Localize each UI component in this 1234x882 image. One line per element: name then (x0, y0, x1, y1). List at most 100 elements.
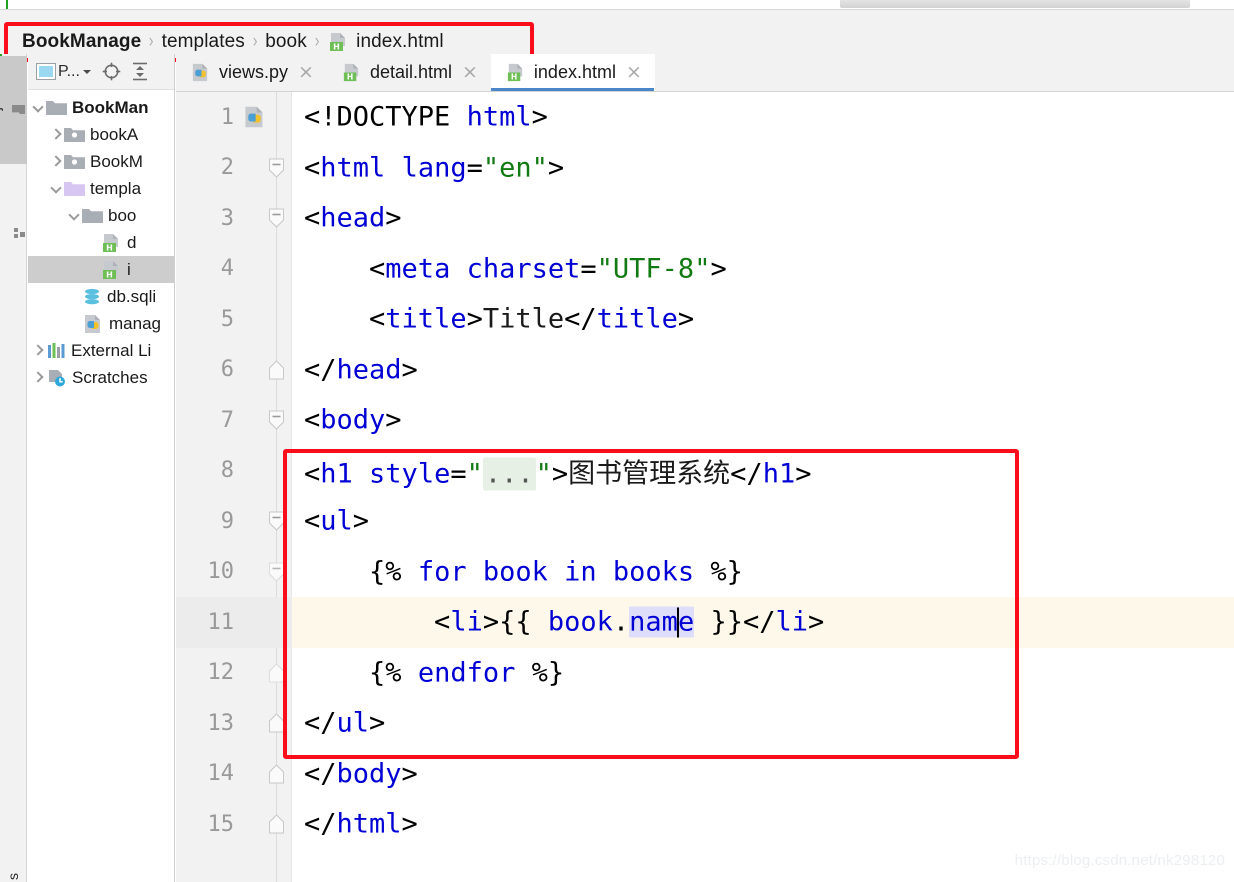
breadcrumb-item-templates[interactable]: templates (162, 31, 245, 53)
code-line[interactable]: 1 <!DOCTYPE html> (176, 92, 1234, 143)
code-text: </html> (304, 808, 418, 840)
twisty-down-icon[interactable] (64, 208, 82, 223)
tool-tab-bottom-label[interactable]: s (5, 873, 21, 880)
tool-tab-structure-label: Structure (0, 202, 4, 262)
tab-label: views.py (219, 62, 289, 82)
tree-label: bookA (90, 124, 139, 144)
editor-tab-bar: views.py × H detail.html × H index.html … (176, 54, 1234, 92)
fold-end-icon[interactable] (268, 662, 285, 683)
code-lines: 1 <!DOCTYPE html> 2 <html lang="en"> 3 <… (176, 92, 1234, 882)
svg-text:H: H (106, 243, 113, 252)
twisty-down-icon[interactable] (46, 181, 64, 196)
tree-row-index-html[interactable]: H i (28, 256, 174, 283)
code-text: <li>{{ book.name }}</li> (434, 606, 825, 638)
tree-row-db-sqlite[interactable]: db.sqli (28, 283, 174, 310)
code-line[interactable]: 8 <h1 style="...">图书管理系统</h1> (176, 446, 1234, 497)
code-text: <body> (304, 404, 402, 436)
module-folder-icon (64, 126, 85, 143)
html-file-icon: H (100, 232, 122, 254)
code-text: <!DOCTYPE html> (304, 101, 548, 133)
breadcrumb-bar: BookManage › templates › book › H index.… (0, 10, 1234, 62)
tree-row-detail-html[interactable]: H d (28, 229, 174, 256)
folded-attribute-region[interactable]: ... (482, 457, 536, 491)
breadcrumb-item-book[interactable]: book (265, 31, 307, 53)
fold-collapse-icon[interactable] (268, 561, 285, 582)
tree-label: templa (90, 178, 142, 198)
collapse-all-icon[interactable] (131, 62, 149, 81)
code-line[interactable]: 7 <body> (176, 395, 1234, 446)
tree-row-external-libraries[interactable]: External Li (28, 337, 174, 364)
tree-row-scratches[interactable]: Scratches (28, 364, 174, 391)
code-line-current[interactable]: 11 <li>{{ book.name }}</li> (176, 597, 1234, 648)
folder-icon (82, 207, 103, 224)
tree-row-bookapp[interactable]: bookA (28, 121, 174, 148)
line-number: 13 (207, 710, 235, 736)
fold-collapse-icon[interactable] (268, 157, 285, 178)
tab-index-html[interactable]: H index.html × (490, 54, 655, 91)
code-text: </head> (304, 354, 418, 386)
python-file-icon (82, 313, 104, 335)
close-icon[interactable]: × (462, 63, 478, 82)
fold-collapse-icon[interactable] (268, 208, 285, 229)
tool-tab-structure[interactable]: Structure (0, 172, 27, 292)
svg-text:H: H (106, 270, 113, 279)
line-number: 6 (220, 357, 234, 383)
ide-window: BookManage › templates › book › H index.… (0, 0, 1234, 882)
tree-row-templates[interactable]: templa (28, 175, 174, 202)
code-line[interactable]: 6 </head> (176, 345, 1234, 396)
fold-collapse-icon[interactable] (268, 410, 285, 431)
fold-collapse-icon[interactable] (268, 511, 285, 532)
fold-end-icon[interactable] (268, 713, 285, 734)
left-tool-window-bar: Project Structure s (0, 54, 27, 882)
tree-label: boo (108, 205, 137, 225)
fold-end-icon[interactable] (268, 763, 285, 784)
breadcrumb-item-file[interactable]: index.html (356, 31, 444, 53)
twisty-right-icon[interactable] (46, 127, 64, 142)
html-file-icon: H (341, 62, 362, 83)
twisty-right-icon[interactable] (28, 370, 46, 385)
close-icon[interactable]: × (626, 63, 642, 82)
project-tree[interactable]: BookMan bookA BookM templa boo H d H i d… (28, 91, 174, 882)
code-line[interactable]: 10 {% for book in books %} (176, 547, 1234, 598)
breadcrumb-separator-icon: › (314, 31, 320, 52)
twisty-right-icon[interactable] (28, 343, 46, 358)
code-line[interactable]: 4 <meta charset="UTF-8"> (176, 244, 1234, 295)
twisty-down-icon[interactable] (28, 100, 46, 115)
tree-label: i (127, 259, 131, 279)
breadcrumb-separator-icon: › (149, 31, 154, 52)
code-text: {% for book in books %} (369, 556, 743, 588)
libraries-icon (46, 342, 66, 360)
project-view-selector[interactable]: P... (36, 63, 92, 81)
close-icon[interactable]: × (298, 63, 314, 82)
tree-label: d (127, 232, 137, 252)
twisty-right-icon[interactable] (46, 154, 64, 169)
code-line[interactable]: 9 <ul> (176, 496, 1234, 547)
code-line[interactable]: 15 </html> (176, 799, 1234, 850)
tab-detail-html[interactable]: H detail.html × (327, 54, 491, 91)
code-line[interactable]: 13 </ul> (176, 698, 1234, 749)
tab-label: detail.html (369, 62, 452, 82)
tab-label: index.html (533, 62, 616, 82)
locate-target-icon[interactable] (102, 62, 121, 81)
fold-end-icon[interactable] (268, 359, 285, 380)
breadcrumb-item-project[interactable]: BookManage (22, 31, 141, 53)
code-line[interactable]: 3 <head> (176, 193, 1234, 244)
code-line[interactable]: 14 </body> (176, 749, 1234, 800)
fold-end-icon[interactable] (268, 814, 285, 835)
svg-text:H: H (347, 73, 353, 82)
python-file-icon (242, 105, 267, 130)
tree-label: Scratches (72, 367, 148, 387)
tree-label: External Li (71, 340, 152, 360)
tool-tab-project[interactable]: Project (0, 56, 27, 164)
tree-row-bookmanage[interactable]: BookMan (28, 94, 174, 121)
code-line[interactable]: 12 {% endfor %} (176, 648, 1234, 699)
project-tool-window: P... BookMan bookA BookM templa boo H d … (28, 54, 175, 882)
tree-row-manage-py[interactable]: manag (28, 310, 174, 337)
tree-row-book[interactable]: boo (28, 202, 174, 229)
svg-text:H: H (511, 73, 517, 82)
code-line[interactable]: 2 <html lang="en"> (176, 143, 1234, 194)
tab-views-py[interactable]: views.py × (176, 54, 327, 91)
code-line[interactable]: 5 <title>Title</title> (176, 294, 1234, 345)
code-editor[interactable]: 1 <!DOCTYPE html> 2 <html lang="en"> 3 <… (176, 92, 1234, 882)
tree-row-bookmanage-module[interactable]: BookM (28, 148, 174, 175)
